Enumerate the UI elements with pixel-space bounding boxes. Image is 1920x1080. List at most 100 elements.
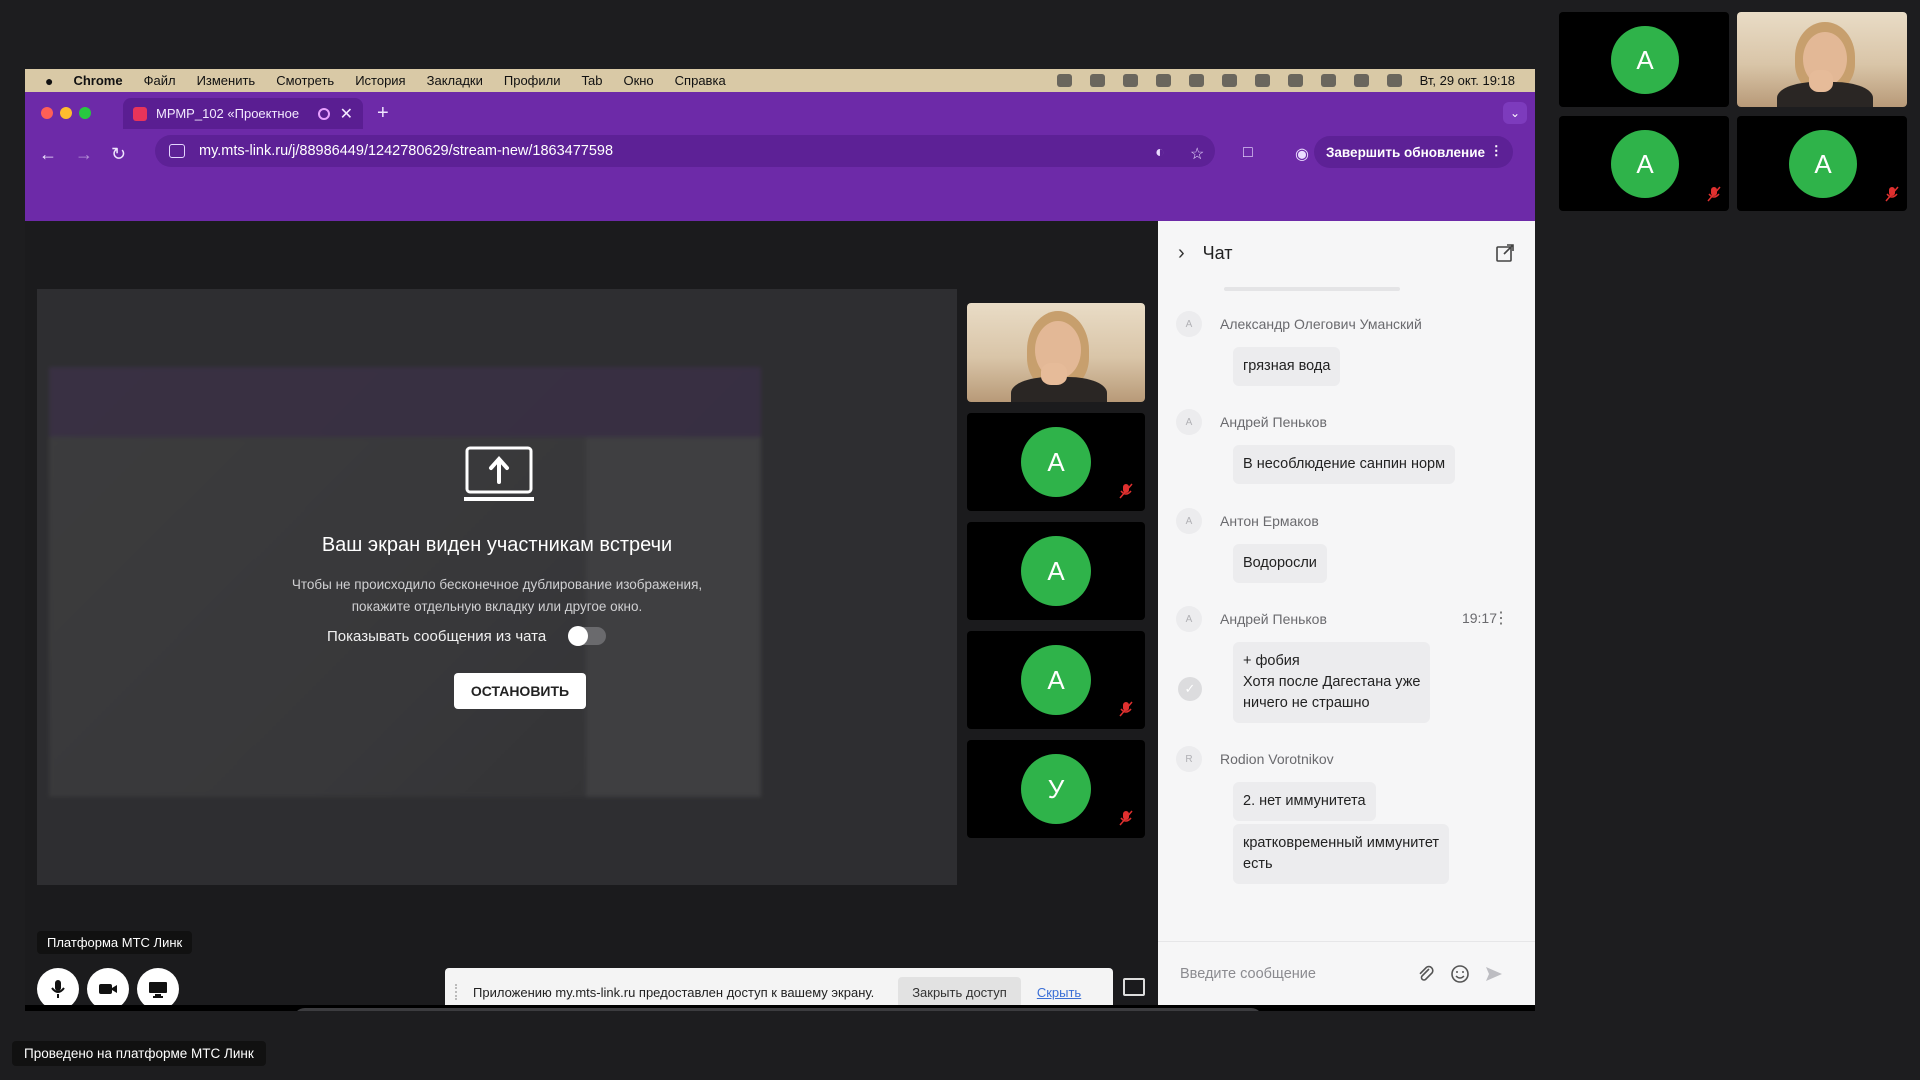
participant-avatar: А — [1021, 427, 1091, 497]
popout-icon[interactable] — [1495, 243, 1515, 263]
participant-video — [1737, 12, 1907, 107]
window-zoom-button[interactable] — [79, 107, 91, 119]
microphone-icon — [51, 980, 65, 998]
menu-tab[interactable]: Tab — [581, 73, 602, 88]
chat-message-bubble: грязная вода — [1233, 347, 1341, 386]
chat-message-text: есть — [1243, 856, 1273, 872]
outer-participant-tile-1: А — [1559, 12, 1729, 107]
extensions-icon[interactable]: □ — [1243, 144, 1253, 162]
menu-help[interactable]: Справка — [675, 73, 726, 88]
message-more-icon[interactable]: ⋮ — [1493, 608, 1509, 628]
menu-bookmarks[interactable]: Закладки — [427, 73, 483, 88]
chat-message-author: А Антон Ермаков — [1176, 508, 1319, 534]
cloud-icon[interactable] — [1122, 74, 1138, 87]
chat-scroll-indicator — [1224, 287, 1400, 291]
bluetooth-icon[interactable] — [1221, 74, 1237, 87]
mic-muted-icon — [1119, 701, 1133, 717]
chat-message-text: ничего не страшно — [1243, 695, 1370, 711]
outer-participant-tile-3: А — [1559, 116, 1729, 211]
tab-search-chevron-icon[interactable]: ⌄ — [1503, 102, 1527, 124]
microphone-button[interactable] — [37, 968, 79, 1010]
mic-muted-icon — [1119, 810, 1133, 826]
menu-window[interactable]: Окно — [623, 73, 653, 88]
message-select-check-icon[interactable]: ✓ — [1178, 677, 1202, 701]
collapse-chevron-icon[interactable]: › — [1178, 242, 1185, 265]
show-chat-messages-row: Показывать сообщения из чата — [327, 626, 607, 646]
chat-message-author: А Александр Олегович Уманский — [1176, 311, 1422, 337]
participant-avatar: А — [1021, 645, 1091, 715]
menu-view[interactable]: Смотреть — [276, 73, 334, 88]
app-status-icon[interactable] — [1089, 74, 1105, 87]
finish-update-button[interactable]: Завершить обновление ⋮ — [1313, 136, 1513, 168]
menu-history[interactable]: История — [355, 73, 405, 88]
share-description-line-1: Чтобы не происходило бесконечное дублиро… — [291, 577, 703, 592]
share-description: Чтобы не происходило бесконечное дублиро… — [37, 574, 957, 618]
spotlight-search-icon[interactable] — [1353, 74, 1369, 87]
yandex-status-icon[interactable] — [1056, 74, 1072, 87]
show-chat-messages-toggle[interactable] — [568, 626, 607, 646]
platform-label: Платформа МТС Линк — [37, 931, 193, 954]
participant-avatar: А — [1789, 130, 1857, 198]
control-center-icon[interactable] — [1386, 74, 1402, 87]
participant-video — [967, 303, 1145, 402]
send-icon[interactable] — [1484, 964, 1504, 984]
browser-chrome: МРМР_102 «Проектное ✕ + ⌄ ← → ↻ my.mts-l… — [25, 92, 1535, 221]
author-name: Антон Ермаков — [1220, 513, 1319, 529]
address-url[interactable]: my.mts-link.ru/j/88986449/1242780629/str… — [199, 143, 613, 159]
forward-arrow-icon[interactable]: → — [75, 144, 93, 165]
bookmark-star-icon[interactable]: ☆ — [1190, 144, 1204, 164]
status-icon[interactable] — [1155, 74, 1171, 87]
mic-muted-icon — [1885, 186, 1899, 202]
menu-edit[interactable]: Изменить — [197, 73, 256, 88]
attach-paperclip-icon[interactable] — [1416, 964, 1436, 984]
share-description-line-2: покажите отдельную вкладку или другое ок… — [351, 599, 643, 614]
address-bar[interactable]: my.mts-link.ru/j/88986449/1242780629/str… — [155, 135, 1215, 167]
participant-tile-4: А — [967, 631, 1145, 729]
drag-handle-icon[interactable] — [455, 984, 461, 1000]
menu-profiles[interactable]: Профили — [504, 73, 561, 88]
screen-share-button[interactable] — [137, 968, 179, 1010]
wifi-icon[interactable] — [1287, 74, 1303, 87]
camera-button[interactable] — [87, 968, 129, 1010]
more-vertical-icon[interactable]: ⋮ — [1490, 143, 1504, 159]
window-close-button[interactable] — [41, 107, 53, 119]
picture-in-picture-icon[interactable] — [1123, 978, 1145, 996]
reload-icon[interactable]: ↻ — [111, 144, 126, 165]
browser-tab[interactable]: МРМР_102 «Проектное ✕ — [123, 98, 363, 129]
menubar-clock[interactable]: Вт, 29 окт. 19:18 — [1420, 73, 1515, 88]
menu-file[interactable]: Файл — [144, 73, 176, 88]
chat-message-bubble: + фобия Хотя после Дагестана уже ничего … — [1233, 642, 1431, 723]
new-tab-button[interactable]: + — [377, 102, 389, 125]
chat-message-bubble: В несоблюдение санпин норм — [1233, 445, 1456, 484]
hide-notice-link[interactable]: Скрыть — [1037, 985, 1081, 1000]
author-avatar: А — [1176, 409, 1202, 435]
author-name: Rodion Vorotnikov — [1220, 751, 1334, 767]
chat-message-text: Водоросли — [1243, 555, 1317, 571]
profile-avatar-icon[interactable]: ◉ — [1295, 144, 1309, 164]
menu-app-name[interactable]: Chrome — [73, 73, 122, 88]
chat-message-text: + фобия — [1243, 653, 1300, 669]
stop-sharing-button[interactable]: ОСТАНОВИТЬ — [454, 673, 586, 709]
battery-icon[interactable] — [1254, 74, 1270, 87]
mic-muted-icon — [1119, 483, 1133, 499]
tab-close-icon[interactable]: ✕ — [340, 104, 353, 124]
window-minimize-button[interactable] — [60, 107, 72, 119]
emoji-icon[interactable] — [1450, 964, 1470, 984]
site-info-icon[interactable] — [169, 144, 185, 158]
screen-upload-icon — [464, 446, 534, 501]
user-icon[interactable] — [1320, 74, 1336, 87]
site-favicon — [133, 106, 147, 121]
back-arrow-icon[interactable]: ← — [39, 144, 57, 165]
meeting-area: Ваш экран виден участникам встречи Чтобы… — [25, 221, 1535, 1011]
close-access-button[interactable]: Закрыть доступ — [898, 976, 1021, 1008]
bottom-platform-label: Проведено на платформе МТС Линк — [12, 1041, 266, 1066]
participant-avatar: А — [1021, 536, 1091, 606]
chat-message-bubble: 2. нет иммунитета — [1233, 782, 1376, 821]
chat-message-input[interactable] — [1180, 960, 1410, 988]
author-name: Александр Олегович Уманский — [1220, 316, 1422, 332]
apple-icon[interactable]: ● — [45, 73, 53, 89]
eye-off-icon[interactable]: ◐ — [1155, 144, 1165, 162]
show-chat-messages-label: Показывать сообщения из чата — [327, 627, 547, 645]
volume-icon[interactable] — [1188, 74, 1204, 87]
monitor-icon — [149, 982, 167, 998]
